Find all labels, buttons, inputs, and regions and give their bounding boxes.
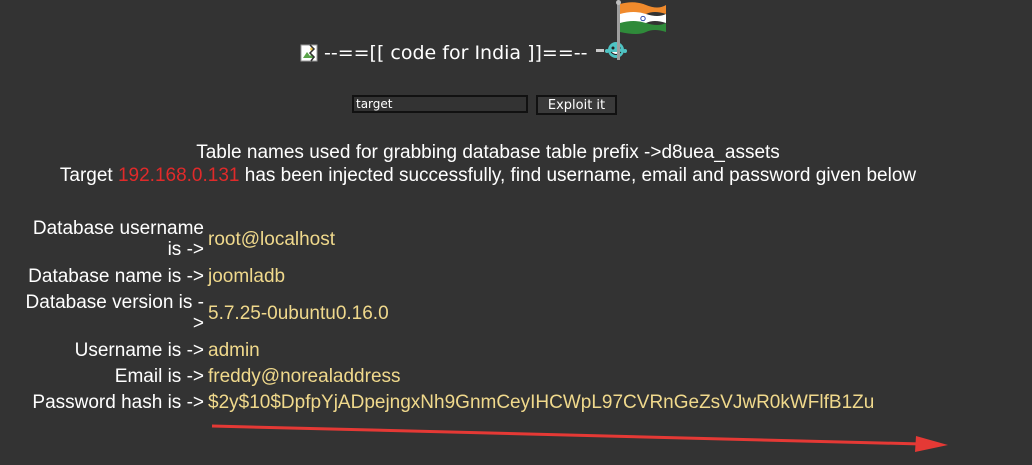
result-row-username: Username is -> admin <box>16 337 876 363</box>
india-flag-icon <box>614 0 672 62</box>
result-row-db-name: Database name is -> joomladb <box>16 263 876 289</box>
result-value: admin <box>208 339 260 361</box>
result-row-db-version: Database version is -> 5.7.25-0ubuntu0.1… <box>16 289 876 337</box>
result-label: Email is -> <box>114 365 204 387</box>
broken-image-icon <box>300 43 318 62</box>
result-value: freddy@norealaddress <box>208 365 401 387</box>
result-row-email: Email is -> freddy@norealaddress <box>16 363 876 389</box>
page-title: --==[[ code for India ]]==-- <box>324 41 588 64</box>
result-label: Database username is -> <box>32 218 204 260</box>
target-input[interactable] <box>352 95 528 113</box>
result-value: 5.7.25-0ubuntu0.16.0 <box>208 302 389 324</box>
result-row-db-username: Database username is -> root@localhost <box>16 215 876 263</box>
result-label: Password hash is -> <box>32 391 204 413</box>
target-ip: 192.168.0.131 <box>117 165 240 186</box>
exploit-form: Exploit it <box>352 95 617 115</box>
result-label: Database version is -> <box>25 292 204 334</box>
results-table: Database username is -> root@localhost D… <box>16 215 876 415</box>
result-value: $2y$10$DpfpYjADpejngxNh9GnmCeyIHCWpL97CV… <box>208 391 875 413</box>
result-label: Database name is -> <box>28 265 204 287</box>
result-row-password-hash: Password hash is -> $2y$10$DpfpYjADpejng… <box>16 389 876 415</box>
result-value: root@localhost <box>208 228 336 250</box>
target-suffix-text: has been injected successfully, find use… <box>239 165 917 186</box>
result-label: Username is -> <box>74 339 204 361</box>
prefix-message: Table names used for grabbing database t… <box>196 142 780 163</box>
target-prefix-text: Target <box>59 165 118 186</box>
result-value: joomladb <box>208 265 286 287</box>
header: --==[[ code for India ]]==-- <box>300 40 630 65</box>
target-message: Target 192.168.0.131 has been injected s… <box>0 165 976 187</box>
page: --==[[ code for India ]]==-- Exp <box>0 0 1032 465</box>
annotation-arrow <box>211 424 948 452</box>
exploit-button[interactable]: Exploit it <box>536 95 617 115</box>
